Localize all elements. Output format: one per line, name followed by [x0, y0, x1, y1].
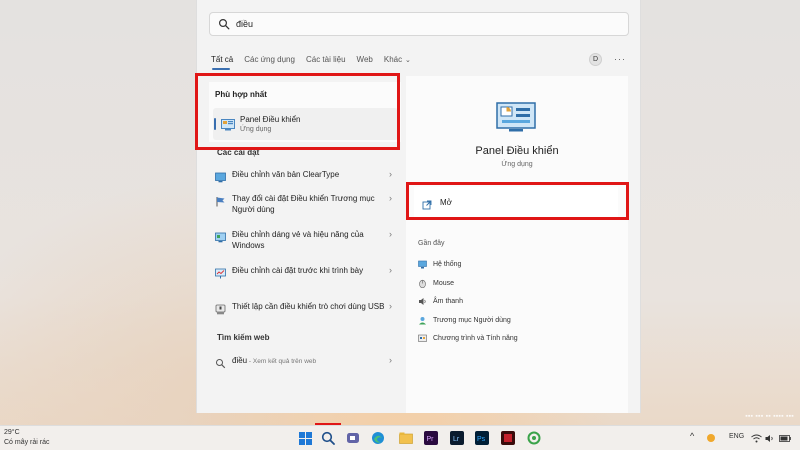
- sound-icon: [418, 297, 427, 306]
- weather-description: Có mây rải rác: [4, 439, 50, 446]
- teams-chat-icon[interactable]: [345, 430, 361, 446]
- tab-web[interactable]: Web: [357, 55, 373, 64]
- recent-heading: Gần đây: [418, 240, 445, 247]
- programs-icon: [418, 334, 427, 343]
- tab-documents[interactable]: Các tài liệu: [306, 55, 346, 64]
- watermark: ▪▪▪ ▪▪▪ ▪▪ ▪▪▪▪ ▪▪▪: [745, 413, 794, 420]
- show-hidden-icons-chevron-up-icon[interactable]: ^: [690, 431, 694, 441]
- photoshop-icon[interactable]: Ps: [474, 430, 490, 446]
- premiere-pro-icon[interactable]: Pr: [423, 430, 439, 446]
- search-icon: [215, 356, 226, 369]
- settings-heading: Các cài đặt: [217, 148, 260, 157]
- results-list: Phù hợp nhất Panel Điều khiển Ứng dụng C…: [197, 76, 403, 413]
- recent-label: Trương mục Người dùng: [433, 317, 511, 324]
- web-search-query: điều: [232, 356, 248, 365]
- taskbar: 29°C Có mây rải rác Pr Lr Ps ^ ENG: [0, 425, 800, 450]
- best-match-heading: Phù hợp nhất: [215, 90, 267, 99]
- setting-label: Thay đổi cài đặt Điều khiển Trương mục N…: [232, 194, 375, 214]
- account-avatar[interactable]: D: [589, 52, 602, 66]
- svg-text:Lr: Lr: [453, 436, 460, 443]
- search-icon: [218, 18, 230, 30]
- cleartype-icon: [215, 170, 226, 183]
- svg-text:Ps: Ps: [477, 436, 486, 443]
- mouse-icon: [418, 279, 427, 289]
- active-tab-indicator: [212, 68, 230, 70]
- web-search-item[interactable]: điều - Xem kết quả trên web ›: [211, 352, 396, 370]
- lightroom-icon[interactable]: Lr: [449, 430, 465, 446]
- open-button[interactable]: Mở: [414, 187, 618, 217]
- recent-label: Hệ thống: [433, 261, 462, 268]
- recent-item-mouse[interactable]: Mouse: [418, 279, 455, 289]
- chevron-right-icon: ›: [389, 229, 392, 239]
- recent-item-sound[interactable]: Âm thanh: [418, 297, 463, 306]
- performance-icon: [215, 230, 226, 243]
- setting-label: Điều chỉnh cài đặt trước khi trình bày: [232, 266, 364, 275]
- control-panel-large-icon: [496, 102, 536, 132]
- best-match-item[interactable]: Panel Điều khiển Ứng dụng: [213, 108, 398, 140]
- recent-item-programs[interactable]: Chương trình và Tính năng: [418, 334, 518, 343]
- setting-label: Điều chỉnh văn bản ClearType: [232, 170, 340, 179]
- weather-temperature: 29°C: [4, 429, 20, 436]
- detail-title: Panel Điều khiển: [475, 145, 559, 157]
- chevron-right-icon: ›: [389, 169, 392, 179]
- svg-text:Pr: Pr: [427, 436, 435, 443]
- open-external-icon: [422, 197, 432, 210]
- file-explorer-icon[interactable]: [398, 430, 414, 446]
- control-panel-icon: [221, 118, 235, 131]
- chevron-down-icon: ⌄: [403, 56, 411, 64]
- search-panel: Tất cả Các ứng dụng Các tài liệu Web Khá…: [196, 0, 641, 413]
- start-button-icon[interactable]: [297, 430, 313, 446]
- volume-icon[interactable]: [764, 430, 776, 446]
- tab-more-label: Khác: [383, 54, 403, 64]
- filter-tabs: Tất cả Các ứng dụng Các tài liệu Web Khá…: [211, 52, 630, 66]
- detail-subtitle: Ứng dụng: [501, 161, 533, 168]
- tab-more[interactable]: Khác ⌄: [384, 55, 411, 64]
- recent-item-user-accounts[interactable]: Trương mục Người dùng: [418, 316, 511, 325]
- best-match-title: Panel Điều khiển: [240, 115, 301, 124]
- edge-browser-icon[interactable]: [370, 430, 386, 446]
- detail-pane: Panel Điều khiển Ứng dụng Mở Gần đây Hệ …: [406, 76, 628, 413]
- language-indicator[interactable]: ENG: [729, 433, 744, 440]
- presentation-icon: [215, 266, 226, 279]
- recent-item-system[interactable]: Hệ thống: [418, 260, 461, 269]
- open-label: Mở: [440, 197, 452, 207]
- recent-label: Mouse: [433, 280, 455, 287]
- best-match-subtitle: Ứng dụng: [240, 126, 272, 133]
- search-box[interactable]: [209, 12, 629, 36]
- chevron-right-icon: ›: [389, 355, 392, 365]
- more-options-icon[interactable]: ···: [614, 54, 626, 64]
- setting-item-presentation[interactable]: Điều chỉnh cài đặt trước khi trình bày ›: [211, 262, 396, 280]
- search-input[interactable]: [236, 19, 616, 29]
- tray-app-icon[interactable]: [705, 430, 717, 446]
- setting-label: Điều chỉnh dáng vẻ và hiệu năng của Wind…: [232, 230, 364, 250]
- tab-all[interactable]: Tất cả: [211, 55, 233, 64]
- web-search-heading: Tìm kiếm web: [217, 333, 270, 342]
- user-accounts-icon: [418, 316, 427, 325]
- setting-item-cleartype[interactable]: Điều chỉnh văn bản ClearType ›: [211, 166, 396, 184]
- app-green-icon[interactable]: [526, 430, 542, 446]
- web-search-suffix: - Xem kết quả trên web: [247, 358, 317, 365]
- search-icon[interactable]: [320, 430, 336, 446]
- selection-indicator: [214, 118, 216, 130]
- battery-icon[interactable]: [778, 430, 792, 446]
- weather-widget[interactable]: 29°C Có mây rải rác: [4, 428, 50, 448]
- chevron-right-icon: ›: [389, 265, 392, 275]
- uac-flag-icon: [215, 194, 226, 207]
- web-search-text: điều - Xem kết quả trên web: [232, 355, 385, 367]
- tab-apps[interactable]: Các ứng dụng: [244, 55, 295, 64]
- setting-item-performance[interactable]: Điều chỉnh dáng vẻ và hiệu năng của Wind…: [211, 226, 396, 254]
- recent-label: Âm thanh: [433, 298, 463, 305]
- setting-label: Thiết lập cần điều khiển trò chơi dùng U…: [232, 302, 385, 311]
- recent-label: Chương trình và Tính năng: [433, 335, 518, 342]
- app-dark-icon[interactable]: [500, 430, 516, 446]
- chevron-right-icon: ›: [389, 193, 392, 203]
- wifi-icon[interactable]: [750, 430, 762, 446]
- gamepad-icon: [215, 302, 226, 315]
- best-match-section: Phù hợp nhất Panel Điều khiển Ứng dụng: [209, 82, 401, 142]
- chevron-right-icon: ›: [389, 301, 392, 311]
- setting-item-uac[interactable]: Thay đổi cài đặt Điều khiển Trương mục N…: [211, 190, 396, 218]
- system-icon: [418, 260, 427, 269]
- setting-item-gamepad[interactable]: Thiết lập cần điều khiển trò chơi dùng U…: [211, 298, 396, 316]
